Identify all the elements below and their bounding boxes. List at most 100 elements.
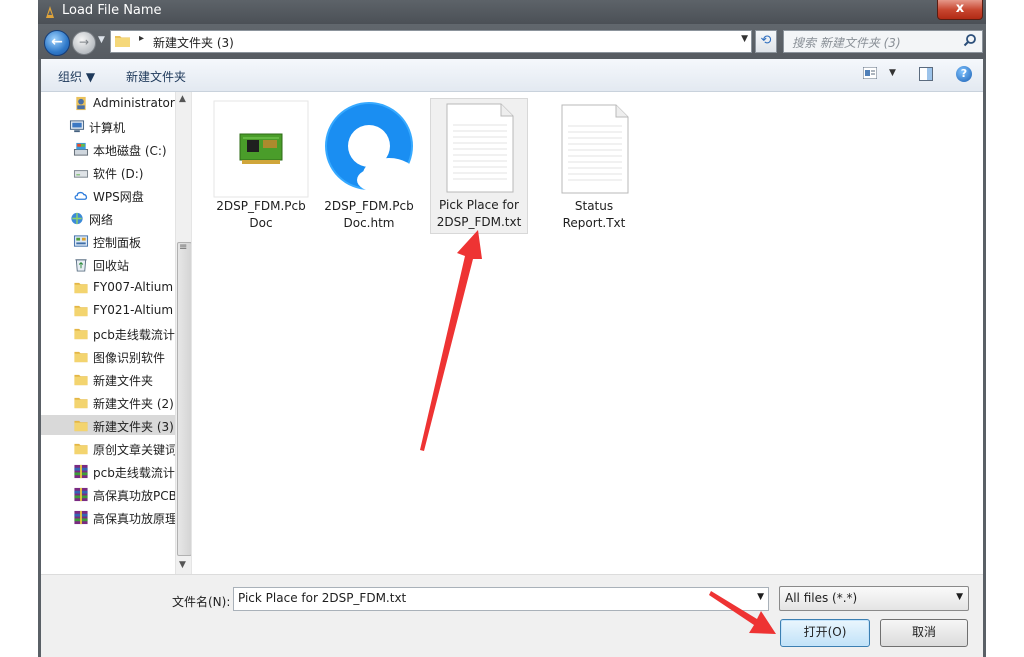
archive-icon	[74, 510, 88, 525]
window-title: Load File Name	[62, 3, 162, 18]
control-panel-icon	[73, 235, 89, 247]
views-icon[interactable]	[863, 67, 877, 79]
filename-field[interactable]: Pick Place for 2DSP_FDM.txt ▼	[233, 587, 769, 611]
archive-icon	[74, 464, 88, 479]
file-name: Status Report.Txt	[562, 199, 626, 230]
nav-item-label: 新建文件夹 (2)	[93, 397, 174, 411]
nav-item-label: Administrator	[93, 96, 175, 110]
network-icon	[71, 212, 83, 225]
organize-button[interactable]: 组织 ▼	[58, 68, 95, 85]
back-arrow-icon[interactable]: ←	[44, 30, 70, 56]
nav-item-label: WPS网盘	[93, 190, 144, 204]
nav-item-selected[interactable]: 新建文件夹 (3)	[41, 415, 175, 435]
history-dropdown-icon[interactable]: ▼	[98, 36, 106, 45]
address-separator-icon[interactable]: ▸	[139, 33, 144, 44]
folder-icon	[74, 443, 88, 455]
nav-item-label: 新建文件夹	[93, 374, 154, 388]
scroll-down-icon[interactable]: ▼	[179, 560, 186, 570]
nav-item[interactable]: 高保真功放原理	[41, 507, 178, 527]
drive-icon	[73, 170, 89, 178]
cancel-button[interactable]: 取消	[880, 619, 968, 647]
nav-item[interactable]: pcb走线载流计	[41, 461, 175, 481]
nav-item-label: 图像识别软件	[93, 351, 166, 365]
file-type-select[interactable]: All files (*.*) ▼	[779, 586, 969, 611]
filename-label: 文件名(N):	[172, 595, 231, 609]
filename-value[interactable]: Pick Place for 2DSP_FDM.txt	[238, 591, 406, 605]
nav-item[interactable]: pcb走线载流计	[41, 323, 175, 343]
cloud-icon	[74, 191, 88, 200]
title-bar[interactable]: Load File Name x	[38, 0, 986, 24]
address-path[interactable]: 新建文件夹 (3)	[153, 34, 234, 51]
chevron-down-icon[interactable]: ▼	[889, 68, 896, 78]
new-folder-button[interactable]: 新建文件夹	[126, 68, 186, 85]
search-icon[interactable]	[963, 33, 977, 47]
nav-item-label: 控制面板	[93, 236, 142, 250]
nav-item-label: FY007-Altium 6	[93, 280, 185, 294]
nav-item[interactable]: 新建文件夹 (2)	[41, 392, 175, 412]
file-item[interactable]: 2DSP_FDM.Pcb Doc.htm	[321, 100, 417, 234]
refresh-button[interactable]: ⟲	[755, 30, 777, 53]
file-item[interactable]: 2DSP_FDM.Pcb Doc	[213, 100, 309, 234]
file-item-selected[interactable]: Pick Place for 2DSP_FDM.txt	[430, 98, 528, 234]
nav-item-label: 本地磁盘 (C:)	[93, 144, 167, 158]
nav-scrollbar[interactable]: ▲ ≡ ▼	[175, 92, 192, 574]
folder-icon	[74, 305, 88, 317]
folder-icon	[74, 351, 88, 363]
nav-item[interactable]: FY021-Altium 1	[41, 300, 185, 320]
file-list-area[interactable]: 2DSP_FDM.Pcb Doc 2DSP_FDM.Pcb Doc.htm Pi…	[192, 92, 983, 574]
address-bar[interactable]: ▸ 新建文件夹 (3) ▼	[110, 30, 752, 53]
nav-item[interactable]: 控制面板	[41, 231, 175, 251]
scroll-up-icon[interactable]: ▲	[179, 94, 186, 104]
search-placeholder: 搜索 新建文件夹 (3)	[792, 36, 901, 50]
drive-c-icon	[73, 142, 89, 156]
close-button[interactable]: x	[937, 0, 983, 20]
browser-document-icon	[325, 102, 415, 192]
nav-item[interactable]: 高保真功放PCB	[41, 484, 177, 504]
preview-pane-icon[interactable]	[919, 67, 933, 81]
folder-icon	[74, 397, 88, 409]
nav-item[interactable]: 计算机	[41, 116, 175, 136]
nav-item-label: 软件 (D:)	[93, 167, 144, 181]
nav-item-label: 高保真功放PCB	[93, 489, 177, 503]
chevron-down-icon[interactable]: ▼	[741, 34, 748, 44]
scroll-thumb[interactable]	[177, 242, 192, 556]
nav-item[interactable]: 回收站	[41, 254, 175, 274]
folder-icon	[74, 282, 88, 294]
help-icon[interactable]: ?	[956, 66, 972, 82]
recycle-bin-icon	[75, 259, 87, 272]
nav-item-label: 网络	[89, 213, 114, 227]
nav-item[interactable]: Administrator	[41, 93, 175, 113]
chevron-down-icon[interactable]: ▼	[956, 592, 963, 602]
command-toolbar: 组织 ▼ 新建文件夹 ▼ ?	[41, 59, 983, 92]
nav-item[interactable]: 软件 (D:)	[41, 162, 175, 182]
nav-item-label: 计算机	[89, 121, 126, 135]
nav-item-label: 高保真功放原理	[93, 512, 178, 526]
folder-icon	[74, 374, 88, 386]
file-item[interactable]: Status Report.Txt	[546, 100, 642, 234]
archive-icon	[74, 487, 88, 502]
nav-item-label: 回收站	[93, 259, 130, 273]
nav-item[interactable]: 本地磁盘 (C:)	[41, 139, 175, 159]
nav-item[interactable]: WPS网盘	[41, 185, 175, 205]
folder-icon	[74, 420, 88, 432]
dialog-client-area: 组织 ▼ 新建文件夹 ▼ ? Administrator 计算机本地磁盘 (C:)…	[41, 59, 983, 657]
forward-arrow-icon[interactable]: →	[72, 31, 96, 55]
nav-item[interactable]: FY007-Altium 6	[41, 277, 185, 297]
nav-item[interactable]: 网络	[41, 208, 175, 228]
nav-item-label: 原创文章关键词	[93, 443, 178, 457]
dialog-footer: 文件名(N): Pick Place for 2DSP_FDM.txt ▼ Al…	[41, 574, 983, 657]
nav-item[interactable]: 图像识别软件	[41, 346, 175, 366]
file-name: 2DSP_FDM.Pcb Doc.htm	[324, 199, 414, 230]
nav-item[interactable]: 原创文章关键词	[41, 438, 178, 458]
nav-item-label: pcb走线载流计	[93, 466, 175, 480]
open-button[interactable]: 打开(O)	[780, 619, 870, 647]
navigation-pane[interactable]: Administrator 计算机本地磁盘 (C:) 软件 (D:) WPS网盘网络控…	[41, 92, 191, 574]
text-file-icon	[446, 103, 514, 193]
search-input[interactable]: 搜索 新建文件夹 (3)	[783, 30, 983, 53]
altium-app-icon	[46, 6, 54, 18]
file-type-value: All files (*.*)	[785, 591, 858, 605]
file-dialog-window: Load File Name x ← → ▼ ▸ 新建文件夹 (3) ▼ ⟲ 搜…	[38, 0, 986, 657]
nav-item[interactable]: 新建文件夹	[41, 369, 175, 389]
chevron-down-icon[interactable]: ▼	[757, 592, 764, 602]
file-name: 2DSP_FDM.Pcb Doc	[216, 199, 306, 230]
